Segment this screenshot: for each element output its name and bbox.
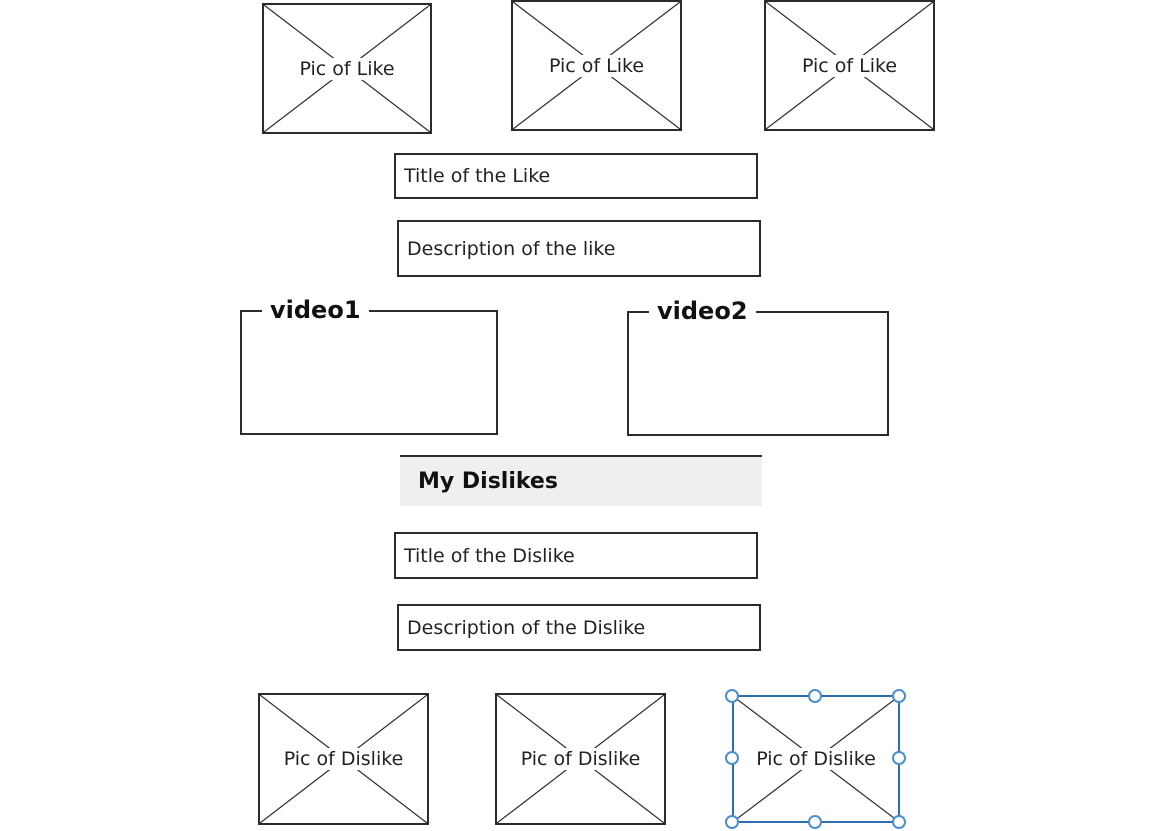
- like-title-text: Title of the Like: [404, 165, 551, 187]
- resize-handle-left[interactable]: [725, 751, 739, 765]
- dislikes-header-text: My Dislikes: [418, 469, 558, 494]
- video-label-1: video1: [262, 295, 369, 325]
- dislike-description-field[interactable]: Description of the Dislike: [397, 604, 761, 651]
- image-placeholder-icon: [513, 2, 680, 129]
- video-box-1[interactable]: video1: [240, 295, 498, 435]
- image-placeholder-icon: [734, 697, 898, 821]
- dislikes-section-header: My Dislikes: [400, 455, 762, 506]
- like-picture-3[interactable]: Pic of Like: [764, 0, 935, 131]
- resize-handle-right[interactable]: [892, 751, 906, 765]
- like-picture-1[interactable]: Pic of Like: [262, 3, 432, 134]
- dislike-picture-3-selected[interactable]: Pic of Dislike: [732, 695, 900, 823]
- image-placeholder-icon: [260, 695, 427, 823]
- resize-handle-bottom-left[interactable]: [725, 815, 739, 829]
- dislike-title-text: Title of the Dislike: [404, 544, 575, 567]
- resize-handle-top-right[interactable]: [892, 689, 906, 703]
- image-placeholder-icon: [497, 695, 664, 823]
- dislike-picture-1[interactable]: Pic of Dislike: [258, 693, 429, 825]
- dislike-title-field[interactable]: Title of the Dislike: [394, 532, 758, 579]
- image-placeholder-icon: [264, 5, 430, 132]
- dislike-description-text: Description of the Dislike: [407, 616, 646, 639]
- resize-handle-bottom[interactable]: [808, 815, 822, 829]
- video-box-2[interactable]: video2: [627, 296, 889, 436]
- image-placeholder-icon: [766, 2, 933, 129]
- video-label-2: video2: [649, 296, 756, 326]
- resize-handle-top[interactable]: [808, 689, 822, 703]
- resize-handle-top-left[interactable]: [725, 689, 739, 703]
- like-picture-2[interactable]: Pic of Like: [511, 0, 682, 131]
- dislike-picture-2[interactable]: Pic of Dislike: [495, 693, 666, 825]
- like-description-field[interactable]: Description of the like: [397, 220, 761, 277]
- like-description-text: Description of the like: [407, 237, 616, 260]
- resize-handle-bottom-right[interactable]: [892, 815, 906, 829]
- like-title-field[interactable]: Title of the Like: [394, 153, 758, 199]
